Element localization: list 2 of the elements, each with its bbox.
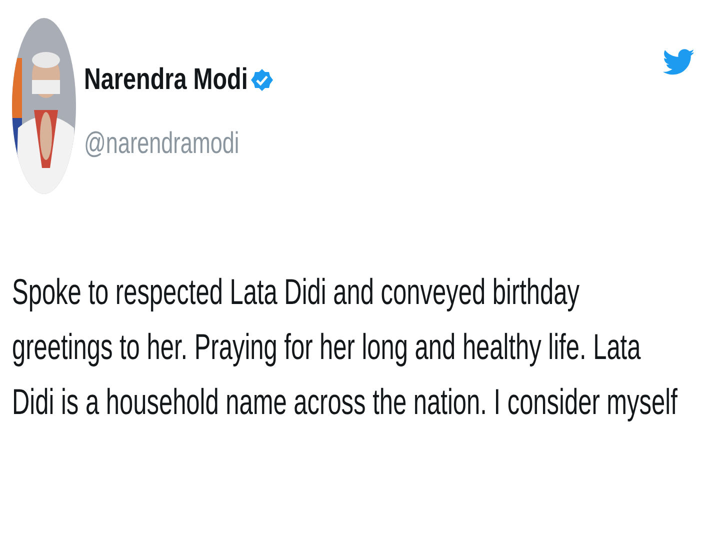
tweet-text: Spoke to respected Lata Didi and conveyed birthday greetings to her. Praying for her long and healthy life. Lata Didi is a household name across the nation. I consider myself <box>12 270 678 424</box>
author-name[interactable]: Narendra Modi <box>84 62 248 98</box>
